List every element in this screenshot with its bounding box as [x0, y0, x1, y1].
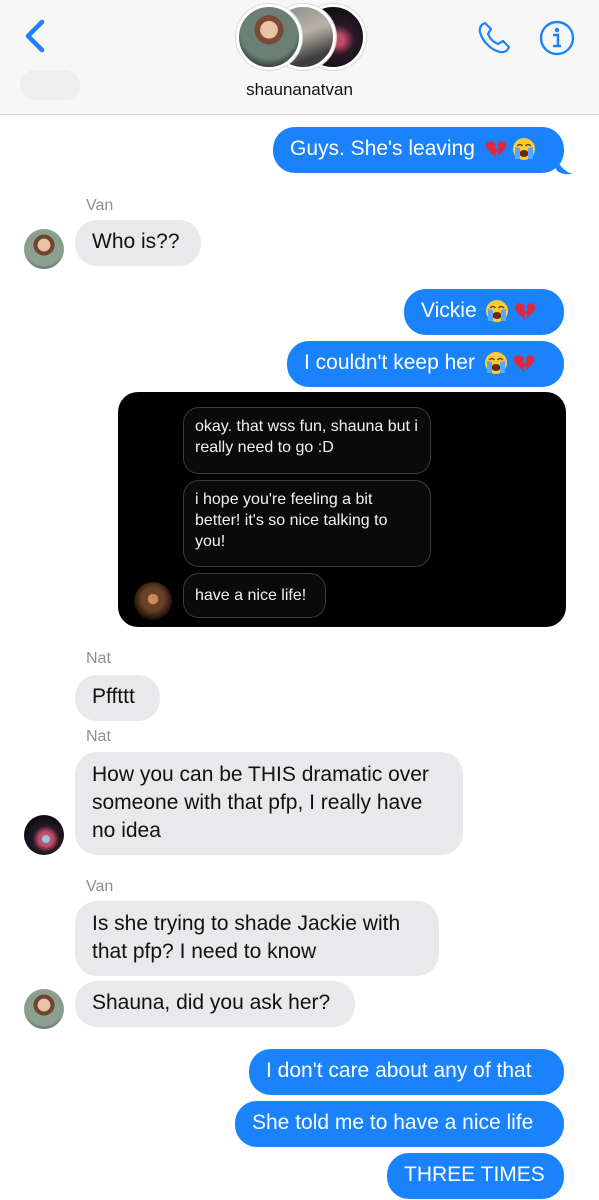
screenshot-message: have a nice life! [183, 573, 326, 618]
outgoing-message[interactable]: Guys. She's leaving [273, 127, 564, 173]
sender-avatar[interactable] [24, 989, 64, 1029]
screenshot-attachment[interactable]: okay. that wss fun, shauna but i really … [118, 392, 566, 627]
outgoing-message[interactable]: I don't care about any of that [249, 1049, 564, 1095]
outgoing-message[interactable]: I couldn't keep her [287, 341, 564, 387]
sender-avatar[interactable] [24, 229, 64, 269]
broken-heart-icon [485, 141, 507, 159]
message-text: Is she trying to shade Jackie with that … [92, 912, 401, 963]
sender-name: Nat [86, 728, 111, 745]
outgoing-message[interactable]: She told me to have a nice life [235, 1101, 564, 1147]
conversation-title[interactable]: shaunanatvan [0, 80, 599, 100]
incoming-message[interactable]: Is she trying to shade Jackie with that … [75, 901, 439, 976]
back-chevron-icon[interactable] [18, 16, 54, 56]
message-text: She told me to have a nice life [252, 1111, 534, 1134]
message-text: I couldn't keep her [304, 351, 475, 374]
bubble-tail [556, 155, 572, 175]
incoming-message[interactable]: Who is?? [75, 220, 201, 266]
incoming-message[interactable]: How you can be THIS dramatic over someon… [75, 752, 463, 855]
outgoing-message[interactable]: Vickie [404, 289, 564, 335]
conversation-header: shaunanatvan [0, 0, 599, 115]
sender-name: Van [86, 197, 114, 214]
group-avatars[interactable] [236, 2, 366, 70]
loudly-crying-face-icon [484, 351, 508, 376]
message-text: Pffttt [92, 685, 135, 708]
info-icon[interactable] [537, 18, 577, 58]
outgoing-message[interactable]: THREE TIMES [387, 1153, 564, 1199]
broken-heart-icon [513, 355, 534, 373]
incoming-message[interactable]: Shauna, did you ask her? [75, 981, 355, 1027]
message-text: How you can be THIS dramatic over someon… [92, 763, 429, 842]
group-avatar-1 [236, 4, 302, 70]
screenshot-message: i hope you're feeling a bit better! it's… [183, 480, 431, 567]
message-text: Guys. She's leaving [290, 137, 475, 160]
sender-name: Van [86, 878, 114, 895]
message-text: Who is?? [92, 230, 180, 253]
sender-name: Nat [86, 650, 111, 667]
loudly-crying-face-icon [511, 137, 536, 162]
message-text: Vickie [421, 299, 477, 322]
incoming-message[interactable]: Pffttt [75, 675, 160, 721]
phone-icon[interactable] [474, 18, 514, 58]
sender-avatar[interactable] [24, 815, 64, 855]
message-text: THREE TIMES [404, 1163, 545, 1186]
screenshot-sender-avatar [134, 582, 172, 620]
screenshot-message: okay. that wss fun, shauna but i really … [183, 407, 431, 474]
loudly-crying-face-icon [485, 299, 510, 324]
message-text: I don't care about any of that [266, 1059, 532, 1082]
broken-heart-icon [515, 303, 536, 321]
message-text: Shauna, did you ask her? [92, 991, 331, 1014]
